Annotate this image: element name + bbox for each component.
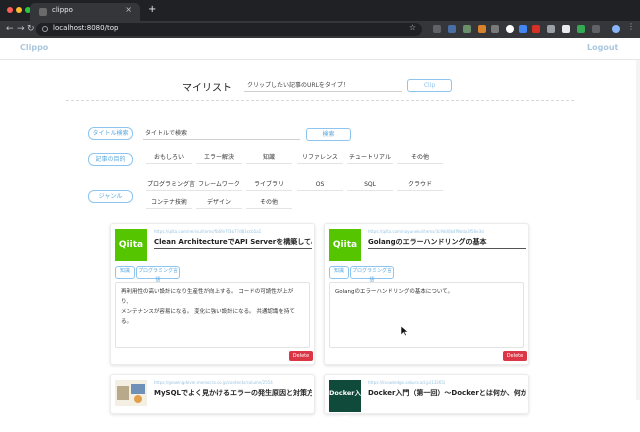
article-card: Docker入門 https://knowledge.sakura.ad.jp/… bbox=[324, 374, 529, 423]
tab-favicon-icon bbox=[39, 8, 47, 16]
genre-option[interactable]: コンテナ技術 bbox=[146, 198, 192, 209]
genre-option[interactable]: デザイン bbox=[196, 198, 242, 209]
article-title[interactable]: Docker入門（第一回）〜Dockerとは何か、何が良い bbox=[368, 388, 526, 398]
back-icon[interactable]: ← bbox=[6, 24, 14, 34]
article-tag[interactable]: プログラミング言語 bbox=[350, 266, 394, 283]
summary-line: 再利用性の高い設計になり生産性が向上する。 コードの可読性が上がり、 bbox=[121, 289, 294, 305]
purpose-option[interactable]: チュートリアル bbox=[347, 153, 393, 164]
article-url[interactable]: https://qiita.com/nayuneko/items/3c9dd0b… bbox=[368, 229, 526, 234]
docker-thumbnail: Docker入門 bbox=[329, 380, 361, 423]
article-card: Qiita https://qiita.com/nayuneko/items/3… bbox=[324, 223, 529, 365]
article-title[interactable]: Golangのエラーハンドリングの基本 bbox=[368, 237, 526, 247]
article-summary[interactable]: Golangのエラーハンドリングの基本について。 bbox=[329, 282, 524, 348]
search-button[interactable]: 検索 bbox=[306, 128, 351, 141]
purpose-option[interactable]: リファレンス bbox=[297, 153, 343, 164]
page-title: マイリスト bbox=[182, 83, 232, 94]
browser-tab[interactable]: clippo × bbox=[30, 3, 140, 21]
site-info-icon[interactable] bbox=[42, 26, 48, 32]
logout-link[interactable]: Logout bbox=[587, 43, 618, 52]
article-url[interactable]: https://growingdever.memocra.co.jp/conte… bbox=[154, 380, 312, 385]
browser-toolbar: ← → ↻ localhost:8080/top ☆ ⋮ bbox=[0, 21, 640, 38]
genre-option[interactable]: フレームワーク bbox=[196, 180, 242, 191]
title-search-label: タイトル検索 bbox=[88, 127, 133, 140]
divider bbox=[66, 100, 574, 101]
genre-option[interactable]: ライブラリ bbox=[246, 180, 292, 191]
article-card: https://growingdever.memocra.co.jp/conte… bbox=[110, 374, 315, 414]
browser-menu-icon[interactable]: ⋮ bbox=[627, 22, 635, 31]
extension-icon[interactable] bbox=[519, 25, 527, 33]
extension-icon[interactable] bbox=[463, 25, 471, 33]
article-card: Qiita https://qiita.com/reirisu/items/fb… bbox=[110, 223, 315, 365]
address-bar[interactable]: localhost:8080/top ☆ bbox=[36, 23, 422, 36]
summary-line: Golangのエラーハンドリングの基本について。 bbox=[335, 289, 454, 295]
purpose-label: 記事の目的 bbox=[88, 153, 133, 166]
profile-avatar[interactable] bbox=[612, 25, 620, 33]
article-thumbnail bbox=[115, 380, 147, 412]
article-url[interactable]: https://knowledge.sakura.ad.jp/13265/ bbox=[368, 380, 526, 385]
extension-icon[interactable] bbox=[562, 25, 570, 33]
extension-icon[interactable] bbox=[547, 25, 555, 33]
article-tag[interactable]: 知識 bbox=[329, 266, 349, 279]
forward-icon[interactable]: → bbox=[17, 24, 25, 34]
extension-icon[interactable] bbox=[448, 25, 456, 33]
genre-option[interactable]: SQL bbox=[347, 180, 393, 191]
article-tag[interactable]: 知識 bbox=[115, 266, 135, 279]
browser-tab-strip: clippo × + bbox=[0, 0, 640, 21]
qiita-logo: Qiita bbox=[329, 229, 361, 261]
reload-icon[interactable]: ↻ bbox=[27, 24, 35, 34]
extension-icon[interactable] bbox=[478, 25, 486, 33]
genre-option[interactable]: プログラミング言 bbox=[146, 180, 196, 191]
genre-label: ジャンル bbox=[88, 190, 133, 203]
address-url[interactable]: localhost:8080/top bbox=[53, 24, 118, 32]
bookmark-star-icon[interactable]: ☆ bbox=[409, 23, 416, 32]
qiita-logo: Qiita bbox=[115, 229, 147, 261]
delete-button[interactable]: Delete bbox=[503, 351, 527, 361]
title-underline bbox=[154, 248, 312, 249]
purpose-option[interactable]: 知識 bbox=[246, 153, 292, 164]
summary-line: メンテナンスが容易になる。 変化に強い設計になる。 共通認識を持てる。 bbox=[121, 309, 295, 325]
purpose-option[interactable]: その他 bbox=[397, 153, 443, 164]
tab-close-icon[interactable]: × bbox=[125, 5, 132, 14]
title-search-input[interactable] bbox=[143, 128, 300, 140]
mouse-cursor-icon bbox=[401, 326, 408, 336]
title-underline bbox=[368, 248, 526, 249]
genre-option[interactable]: クラウド bbox=[397, 180, 443, 191]
clip-button[interactable]: Clip bbox=[407, 79, 452, 92]
close-window-icon[interactable] bbox=[7, 7, 13, 13]
tab-title: clippo bbox=[52, 6, 73, 14]
article-title[interactable]: Clean ArchitectureでAPI Serverを構築してみる bbox=[154, 237, 312, 247]
extension-icon[interactable] bbox=[433, 25, 441, 33]
brand-logo[interactable]: Clippo bbox=[20, 43, 48, 52]
article-title[interactable]: MySQLでよく見かけるエラーの発生原因と対策方法 bbox=[154, 388, 312, 398]
article-tag[interactable]: プログラミング言語 bbox=[136, 266, 180, 283]
clip-url-input[interactable] bbox=[244, 79, 402, 92]
purpose-option[interactable]: エラー解決 bbox=[196, 153, 242, 164]
minimize-window-icon[interactable] bbox=[16, 7, 22, 13]
purpose-option[interactable]: おもしろい bbox=[146, 153, 192, 164]
genre-option[interactable]: OS bbox=[297, 180, 343, 191]
page-scrollbar[interactable] bbox=[636, 60, 640, 400]
article-thumbnail-illustration bbox=[115, 380, 147, 406]
app-header: Clippo Logout bbox=[0, 38, 640, 60]
extension-icon[interactable] bbox=[532, 25, 540, 33]
extension-icon[interactable] bbox=[592, 25, 600, 33]
delete-button[interactable]: Delete bbox=[289, 351, 313, 361]
new-tab-button[interactable]: + bbox=[148, 5, 156, 15]
article-summary[interactable]: 再利用性の高い設計になり生産性が向上する。 コードの可読性が上がり、 メンテナン… bbox=[115, 282, 310, 348]
genre-option[interactable]: その他 bbox=[246, 198, 292, 209]
article-url[interactable]: https://qiita.com/reirisu/items/fb6fe7f3… bbox=[154, 229, 312, 234]
extension-icon[interactable] bbox=[491, 25, 499, 33]
extension-icon[interactable] bbox=[506, 25, 514, 33]
extension-icon[interactable] bbox=[577, 25, 585, 33]
